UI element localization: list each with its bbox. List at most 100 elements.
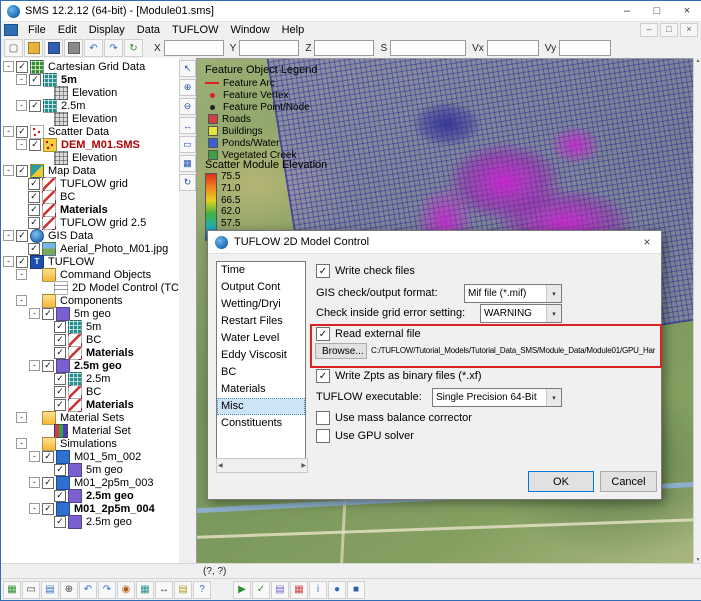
tree-item-cartesian-grid-data[interactable]: -✓Cartesian Grid Data	[1, 60, 179, 73]
expander-icon[interactable]: -	[3, 230, 14, 241]
dropdown-arrow-icon[interactable]: ▾	[546, 389, 561, 406]
gpu-solver-checkbox[interactable]	[316, 429, 330, 443]
info-icon[interactable]: i	[309, 581, 327, 599]
write-check-files-checkbox[interactable]: ✓	[316, 264, 330, 278]
tree-item-simulations[interactable]: -Simulations	[1, 437, 179, 450]
expander-icon[interactable]: -	[16, 74, 27, 85]
tree-item-dem-m01-sms[interactable]: -✓DEM_M01.SMS	[1, 138, 179, 151]
measure-icon[interactable]: ↔	[155, 581, 173, 599]
tree-item-tuflow[interactable]: -✓TTUFLOW	[1, 255, 179, 268]
help-icon[interactable]: ?	[193, 581, 211, 599]
expander-icon[interactable]: -	[29, 360, 40, 371]
tree-item-5m[interactable]: -✓5m	[1, 73, 179, 86]
tree-item-bc[interactable]: ✓BC	[1, 385, 179, 398]
refresh-icon[interactable]: ↻	[124, 39, 143, 57]
notes-icon[interactable]: ▤	[174, 581, 192, 599]
category-time[interactable]: Time	[217, 262, 305, 279]
scroll-left-icon[interactable]: ◀	[218, 462, 223, 469]
category-misc[interactable]: Misc	[217, 398, 305, 415]
category-restart-files[interactable]: Restart Files	[217, 313, 305, 330]
read-external-checkbox[interactable]: ✓	[316, 327, 330, 341]
tree-item-materials[interactable]: ✓Materials	[1, 398, 179, 411]
tree-item-command-objects[interactable]: -Command Objects	[1, 268, 179, 281]
grid-error-dropdown[interactable]: WARNING ▾	[480, 304, 562, 323]
category-bc[interactable]: BC	[217, 364, 305, 381]
tree-item-tuflow-grid-2-5[interactable]: ✓TUFLOW grid 2.5	[1, 216, 179, 229]
tree-item-elevation[interactable]: Elevation	[1, 86, 179, 99]
model-check-icon[interactable]: ✓	[252, 581, 270, 599]
open-file-icon[interactable]	[24, 39, 43, 57]
menu-tuflow[interactable]: TUFLOW	[166, 22, 224, 38]
tree-item-bc[interactable]: ✓BC	[1, 190, 179, 203]
undo-icon[interactable]: ↶	[84, 39, 103, 57]
close-button[interactable]: ×	[672, 1, 701, 21]
frame-icon[interactable]: ▭	[22, 581, 40, 599]
tree-item-tuflow-grid[interactable]: ✓TUFLOW grid	[1, 177, 179, 190]
expander-icon[interactable]: -	[29, 308, 40, 319]
menu-help[interactable]: Help	[276, 22, 311, 38]
tree-checkbox[interactable]: ✓	[54, 516, 66, 528]
field-input[interactable]	[239, 40, 299, 56]
tree-checkbox[interactable]: ✓	[42, 451, 54, 463]
expander-icon[interactable]: -	[29, 451, 40, 462]
camera-icon[interactable]: ◉	[117, 581, 135, 599]
menu-display[interactable]: Display	[83, 22, 131, 38]
tree-item-m01-5m-002[interactable]: -✓M01_5m_002	[1, 450, 179, 463]
category-wetting-dryi[interactable]: Wetting/Dryi	[217, 296, 305, 313]
tree-item-2-5m-geo[interactable]: -✓2.5m geo	[1, 359, 179, 372]
dialog-title-bar[interactable]: TUFLOW 2D Model Control ×	[208, 231, 661, 254]
tree-checkbox[interactable]: ✓	[42, 308, 54, 320]
print-icon[interactable]	[64, 39, 83, 57]
layers-icon[interactable]: ▤	[271, 581, 289, 599]
mass-balance-checkbox[interactable]	[316, 411, 330, 425]
display-options-icon[interactable]: ▦	[3, 581, 21, 599]
tree-checkbox[interactable]: ✓	[28, 204, 40, 216]
tree-checkbox[interactable]: ✓	[29, 139, 41, 151]
tree-item-2-5m[interactable]: -✓2.5m	[1, 99, 179, 112]
expander-icon[interactable]: -	[3, 256, 14, 267]
tree-item-gis-data[interactable]: -✓GIS Data	[1, 229, 179, 242]
tree-checkbox[interactable]: ✓	[54, 490, 66, 502]
select-tool-icon[interactable]: ↖	[179, 60, 196, 77]
zoom-out-tool-icon[interactable]: ⊖	[179, 98, 196, 115]
expander-icon[interactable]: -	[16, 295, 27, 306]
category-list-hscrollbar[interactable]: ◀ ▶	[216, 458, 308, 473]
tree-item-2-5m-geo[interactable]: ✓2.5m geo	[1, 489, 179, 502]
save-icon[interactable]	[44, 39, 63, 57]
tree-checkbox[interactable]: ✓	[54, 321, 66, 333]
tree-item-aerial-photo-m01-jpg[interactable]: ✓Aerial_Photo_M01.jpg	[1, 242, 179, 255]
expander-icon[interactable]: -	[29, 477, 40, 488]
tree-item-material-sets[interactable]: -Material Sets	[1, 411, 179, 424]
tree-checkbox[interactable]: ✓	[54, 373, 66, 385]
tree-item-materials[interactable]: ✓Materials	[1, 346, 179, 359]
next-view-icon[interactable]: ↷	[98, 581, 116, 599]
tree-item-materials[interactable]: ✓Materials	[1, 203, 179, 216]
category-constituents[interactable]: Constituents	[217, 415, 305, 432]
zoom-in-tool-icon[interactable]: ⊕	[179, 79, 196, 96]
tree-item-2-5m-geo[interactable]: ✓2.5m geo	[1, 515, 179, 528]
mdi-restore-icon[interactable]: □	[660, 23, 678, 37]
scroll-up-icon[interactable]: ▲	[696, 58, 701, 64]
tree-item-5m[interactable]: ✓5m	[1, 320, 179, 333]
expander-icon[interactable]: -	[3, 126, 14, 137]
tree-checkbox[interactable]: ✓	[42, 477, 54, 489]
write-zpts-checkbox[interactable]: ✓	[316, 369, 330, 383]
expander-icon[interactable]: -	[16, 412, 27, 423]
select-grid-icon[interactable]: ▦	[290, 581, 308, 599]
tree-checkbox[interactable]: ✓	[16, 61, 28, 73]
tree-checkbox[interactable]: ✓	[16, 165, 28, 177]
tree-item-map-data[interactable]: -✓Map Data	[1, 164, 179, 177]
category-materials[interactable]: Materials	[217, 381, 305, 398]
expander-icon[interactable]: -	[16, 139, 27, 150]
tree-checkbox[interactable]: ✓	[16, 230, 28, 242]
expander-icon[interactable]: -	[16, 269, 27, 280]
dropdown-arrow-icon[interactable]: ▾	[546, 305, 561, 322]
category-list[interactable]: TimeOutput ContWetting/DryiRestart Files…	[216, 261, 306, 459]
expander-icon[interactable]: -	[16, 438, 27, 449]
category-eddy-viscosit[interactable]: Eddy Viscosit	[217, 347, 305, 364]
tree-checkbox[interactable]: ✓	[42, 360, 54, 372]
plan-view-icon[interactable]: ▤	[41, 581, 59, 599]
tree-checkbox[interactable]: ✓	[28, 191, 40, 203]
browse-button[interactable]: Browse...	[315, 343, 367, 359]
dialog-close-icon[interactable]: ×	[633, 235, 661, 249]
